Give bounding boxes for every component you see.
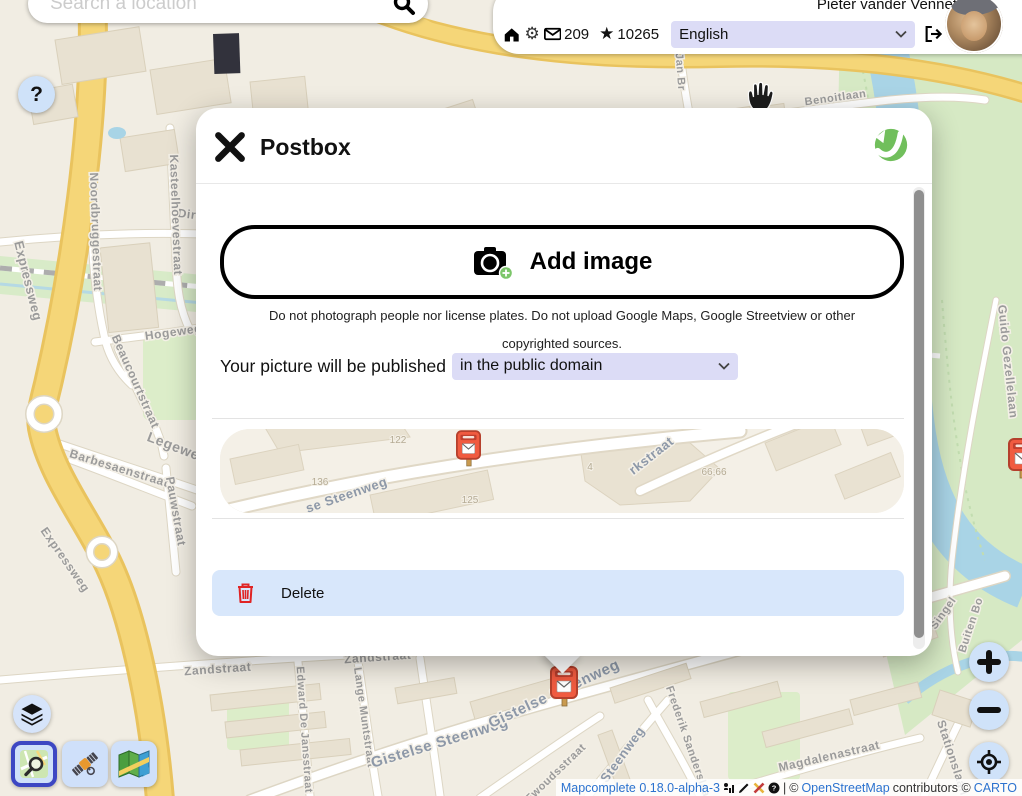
osm-link[interactable]: OpenStreetMap bbox=[801, 781, 889, 795]
add-image-label: Add image bbox=[530, 248, 653, 276]
svg-text:?: ? bbox=[772, 783, 777, 792]
mapcomplete-app: Dirk MartensstraatExpresswegExpresswegNo… bbox=[0, 0, 1022, 796]
star-icon: ★ bbox=[599, 24, 614, 44]
dialog-body: Add image Do not photograph people nor l… bbox=[196, 183, 932, 657]
camera-plus-icon bbox=[472, 244, 514, 280]
language-select[interactable]: English bbox=[671, 21, 915, 48]
attribution-bar: Mapcomplete 0.18.0-alpha-3 ? | © bbox=[556, 779, 1022, 796]
house-number-label: 122 bbox=[390, 435, 407, 446]
modal-scrollbar[interactable] bbox=[913, 187, 925, 649]
layers-icon bbox=[20, 702, 44, 726]
question-circle-icon: ? bbox=[768, 782, 780, 794]
dark-building bbox=[213, 33, 240, 74]
messages-envelope-icon[interactable] bbox=[544, 27, 561, 41]
carto-link[interactable]: CARTO bbox=[974, 781, 1017, 795]
zoom-out-button[interactable] bbox=[969, 690, 1009, 730]
search-input[interactable] bbox=[48, 0, 392, 16]
layers-button[interactable] bbox=[13, 695, 51, 733]
chevron-down-icon bbox=[718, 362, 730, 370]
image-upload-note: Do not photograph people nor license pla… bbox=[234, 302, 890, 358]
minus-icon bbox=[977, 698, 1001, 722]
language-value: English bbox=[679, 26, 728, 43]
zoom-in-button[interactable] bbox=[969, 642, 1009, 682]
help-label: ? bbox=[30, 83, 43, 107]
license-row: Your picture will be published in the pu… bbox=[220, 352, 910, 380]
house-number-label: 136 bbox=[312, 477, 329, 488]
logout-icon[interactable] bbox=[924, 24, 943, 44]
house-number-label: 66;66 bbox=[701, 467, 726, 478]
background-osm-button[interactable] bbox=[11, 741, 57, 787]
mapcomplete-version-link[interactable]: Mapcomplete 0.18.0-alpha-3 bbox=[561, 781, 720, 795]
attrib-copyright: © bbox=[789, 781, 798, 795]
background-map-button[interactable] bbox=[111, 741, 157, 787]
background-satellite-button[interactable] bbox=[62, 741, 108, 787]
messages-count[interactable]: 209 bbox=[564, 26, 589, 43]
search-bar[interactable] bbox=[28, 0, 428, 23]
location-minimap[interactable]: 122136se Steenweg1254rkstraat66;66 bbox=[220, 429, 904, 513]
satellite-icon bbox=[70, 749, 100, 779]
house-number-label: 4 bbox=[587, 462, 593, 473]
dialog-title: Postbox bbox=[260, 134, 351, 161]
pencil-icon bbox=[738, 782, 750, 794]
divider bbox=[212, 518, 904, 519]
postbox-dialog: Postbox Add image Do not photograph peop… bbox=[196, 108, 932, 656]
license-label: Your picture will be published bbox=[220, 356, 446, 377]
crosshair-icon bbox=[976, 749, 1002, 775]
trash-icon bbox=[236, 582, 255, 604]
license-select[interactable]: in the public domain bbox=[452, 353, 738, 380]
osm-map-icon bbox=[19, 749, 49, 779]
pond bbox=[108, 127, 126, 139]
add-image-button[interactable]: Add image bbox=[220, 225, 904, 299]
mapcomplete-logo-icon bbox=[872, 126, 910, 164]
stats-icon bbox=[723, 782, 735, 794]
delete-button[interactable]: Delete bbox=[212, 570, 904, 616]
divider bbox=[212, 418, 904, 419]
help-button[interactable]: ? bbox=[18, 76, 55, 113]
geolocate-button[interactable] bbox=[969, 742, 1009, 782]
stars-count[interactable]: 10265 bbox=[617, 26, 659, 43]
license-value: in the public domain bbox=[460, 357, 602, 375]
delete-label: Delete bbox=[281, 585, 324, 602]
plus-icon bbox=[977, 650, 1001, 674]
close-icon[interactable] bbox=[212, 130, 248, 164]
modal-scrollbar-thumb[interactable] bbox=[914, 190, 924, 638]
avatar[interactable] bbox=[945, 0, 1003, 53]
username[interactable]: Pieter vander Vennet bbox=[817, 0, 957, 13]
folded-map-icon bbox=[118, 750, 150, 778]
attrib-contributors: contributors © bbox=[893, 781, 971, 795]
flag-icon bbox=[753, 782, 765, 794]
user-bar: Pieter vander Vennet ⚙ 209 ★ 10265 Engli… bbox=[493, 0, 1022, 54]
home-icon[interactable] bbox=[503, 25, 520, 44]
chevron-down-icon bbox=[895, 30, 907, 38]
settings-gear-icon[interactable]: ⚙ bbox=[524, 24, 539, 44]
search-icon[interactable] bbox=[392, 0, 416, 16]
house-number-label: 125 bbox=[462, 495, 479, 506]
attrib-separator: | bbox=[783, 781, 786, 795]
